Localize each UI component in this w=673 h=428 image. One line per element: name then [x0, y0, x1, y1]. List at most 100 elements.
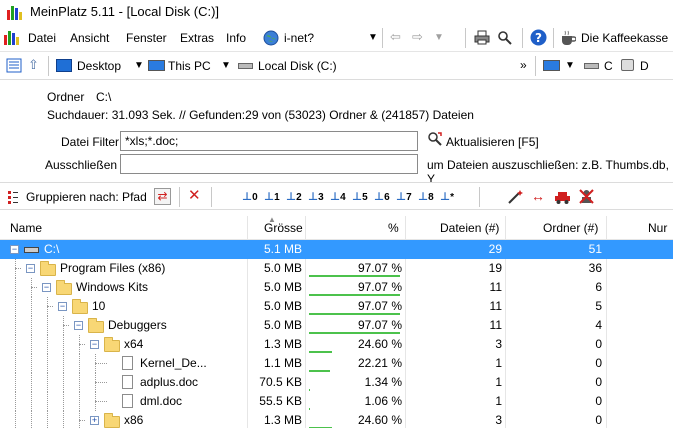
row-folders: 4 — [595, 318, 602, 332]
level-button-1[interactable]: ⊥1 — [264, 188, 282, 206]
drive-icon — [238, 63, 253, 69]
percent-bar — [309, 313, 400, 315]
row-folders: 0 — [595, 356, 602, 370]
chevron-down-icon[interactable]: ▼ — [368, 30, 378, 46]
tree-guide — [79, 392, 80, 411]
level-button-7[interactable]: ⊥7 — [396, 188, 414, 206]
menu-extras[interactable]: Extras — [180, 31, 214, 45]
forward-arrow-icon[interactable]: ⇨ — [412, 29, 423, 45]
breadcrumb-local-disk[interactable]: Local Disk (C:) — [258, 59, 337, 73]
swap-arrows-icon[interactable]: ↔ — [531, 188, 545, 204]
menu-ansicht[interactable]: Ansicht — [70, 31, 109, 45]
level-button-3[interactable]: ⊥3 — [308, 188, 326, 206]
level-button-all[interactable]: ⊥* — [440, 188, 458, 206]
search-key-icon[interactable] — [497, 30, 513, 45]
row-size: 1.3 MB — [263, 337, 302, 351]
globe-icon[interactable] — [263, 30, 279, 46]
table-row[interactable]: dml.doc 55.5 KB 1.06 % 1 0 — [0, 392, 673, 411]
level-label: 0 — [252, 192, 258, 203]
drive-d-icon[interactable] — [621, 59, 634, 71]
close-group-icon[interactable]: ✕ — [188, 188, 201, 204]
filter-label: Datei Filter — [61, 135, 120, 149]
table-row[interactable]: − x64 1.3 MB 24.60 % 3 0 — [0, 335, 673, 354]
column-divider — [606, 216, 607, 240]
row-files: 29 — [488, 242, 502, 256]
expand-icon[interactable]: + — [90, 416, 99, 425]
tree-guide — [31, 278, 32, 297]
file-icon — [122, 394, 133, 408]
row-percent: 97.07 % — [357, 299, 402, 313]
help-icon[interactable]: ? — [530, 29, 547, 46]
tree-guide — [47, 297, 48, 316]
menu-bar: Datei Ansicht Fenster Extras Info i-net?… — [0, 24, 673, 52]
row-size: 5.0 MB — [263, 299, 302, 313]
exclude-label: Ausschließen — [45, 158, 118, 172]
menu-fenster[interactable]: Fenster — [126, 31, 167, 45]
column-size[interactable]: Grösse — [264, 221, 303, 235]
table-row[interactable]: − C:\ 5.1 MB 29 51 — [0, 240, 673, 259]
menu-datei[interactable]: Datei — [28, 31, 56, 45]
chevron-down-icon[interactable]: ▼ — [434, 30, 444, 46]
drive-d-label[interactable]: D — [640, 59, 649, 73]
refresh-button[interactable]: Aktualisieren [F5] — [446, 135, 539, 149]
tree-guide — [15, 259, 16, 278]
collapse-icon[interactable]: − — [26, 264, 35, 273]
table-row[interactable]: + x86 1.3 MB 24.60 % 3 0 — [0, 411, 673, 428]
group-toggle-icon[interactable]: ⇄ — [154, 188, 171, 205]
level-button-4[interactable]: ⊥4 — [330, 188, 348, 206]
tree-guide — [63, 411, 64, 428]
column-name[interactable]: Name — [10, 221, 42, 235]
exclude-input[interactable] — [120, 154, 418, 174]
column-files[interactable]: Dateien (#) — [440, 221, 499, 235]
magic-wand-icon[interactable] — [507, 189, 525, 205]
delete-user-icon[interactable] — [578, 188, 595, 205]
collapse-icon[interactable]: − — [90, 340, 99, 349]
table-row[interactable]: − Windows Kits 5.0 MB 97.07 % 11 6 — [0, 278, 673, 297]
percent-bar — [309, 389, 310, 391]
breadcrumb-this-pc[interactable]: This PC — [168, 59, 211, 73]
chevron-down-icon[interactable]: ▼ — [221, 58, 231, 74]
level-button-0[interactable]: ⊥0 — [242, 188, 260, 206]
menu-info[interactable]: Info — [226, 31, 246, 45]
level-label: 4 — [340, 192, 346, 203]
table-row[interactable]: Kernel_De... 1.1 MB 22.21 % 1 0 — [0, 354, 673, 373]
file-icon — [122, 375, 133, 389]
table-row[interactable]: − 10 5.0 MB 97.07 % 11 5 — [0, 297, 673, 316]
table-row[interactable]: adplus.doc 70.5 KB 1.34 % 1 0 — [0, 373, 673, 392]
up-folder-icon[interactable]: ⇧ — [28, 57, 39, 73]
drive-c-icon[interactable] — [584, 63, 599, 69]
filter-input[interactable]: *xls;*.doc; — [120, 131, 418, 151]
menu-inet[interactable]: i-net? — [284, 31, 314, 45]
refresh-search-icon[interactable] — [427, 131, 443, 147]
collapse-icon[interactable]: − — [58, 302, 67, 311]
car-icon[interactable] — [554, 189, 571, 205]
level-button-5[interactable]: ⊥5 — [352, 188, 370, 206]
double-chevron-icon[interactable]: » — [520, 57, 527, 73]
collapse-icon[interactable]: − — [42, 283, 51, 292]
column-num[interactable]: Nur — [648, 221, 667, 235]
level-button-2[interactable]: ⊥2 — [286, 188, 304, 206]
coffee-cup-icon[interactable] — [560, 30, 576, 46]
row-folders: 51 — [588, 242, 602, 256]
level-button-8[interactable]: ⊥8 — [418, 188, 436, 206]
kaffeekasse-button[interactable]: Die Kaffeekasse — [581, 31, 668, 45]
table-row[interactable]: − Program Files (x86) 5.0 MB 97.07 % 19 36 — [0, 259, 673, 278]
list-view-icon[interactable] — [6, 58, 22, 73]
back-arrow-icon[interactable]: ⇦ — [390, 29, 401, 45]
printer-icon[interactable] — [474, 30, 490, 45]
chevron-down-icon[interactable]: ▼ — [134, 58, 144, 74]
breadcrumb-desktop[interactable]: Desktop — [77, 59, 121, 73]
drive-c-label[interactable]: C — [604, 59, 613, 73]
computer-icon[interactable] — [543, 60, 560, 71]
toolbar-separator — [522, 28, 523, 48]
column-folders[interactable]: Ordner (#) — [543, 221, 598, 235]
collapse-icon[interactable]: − — [74, 321, 83, 330]
app-menu-icon[interactable] — [4, 30, 20, 45]
column-percent[interactable]: % — [388, 221, 399, 235]
table-row[interactable]: − Debuggers 5.0 MB 97.07 % 11 4 — [0, 316, 673, 335]
level-button-6[interactable]: ⊥6 — [374, 188, 392, 206]
column-divider — [247, 216, 248, 240]
collapse-icon[interactable]: − — [10, 245, 19, 254]
row-percent: 97.07 % — [357, 318, 402, 332]
chevron-down-icon[interactable]: ▼ — [565, 58, 575, 74]
